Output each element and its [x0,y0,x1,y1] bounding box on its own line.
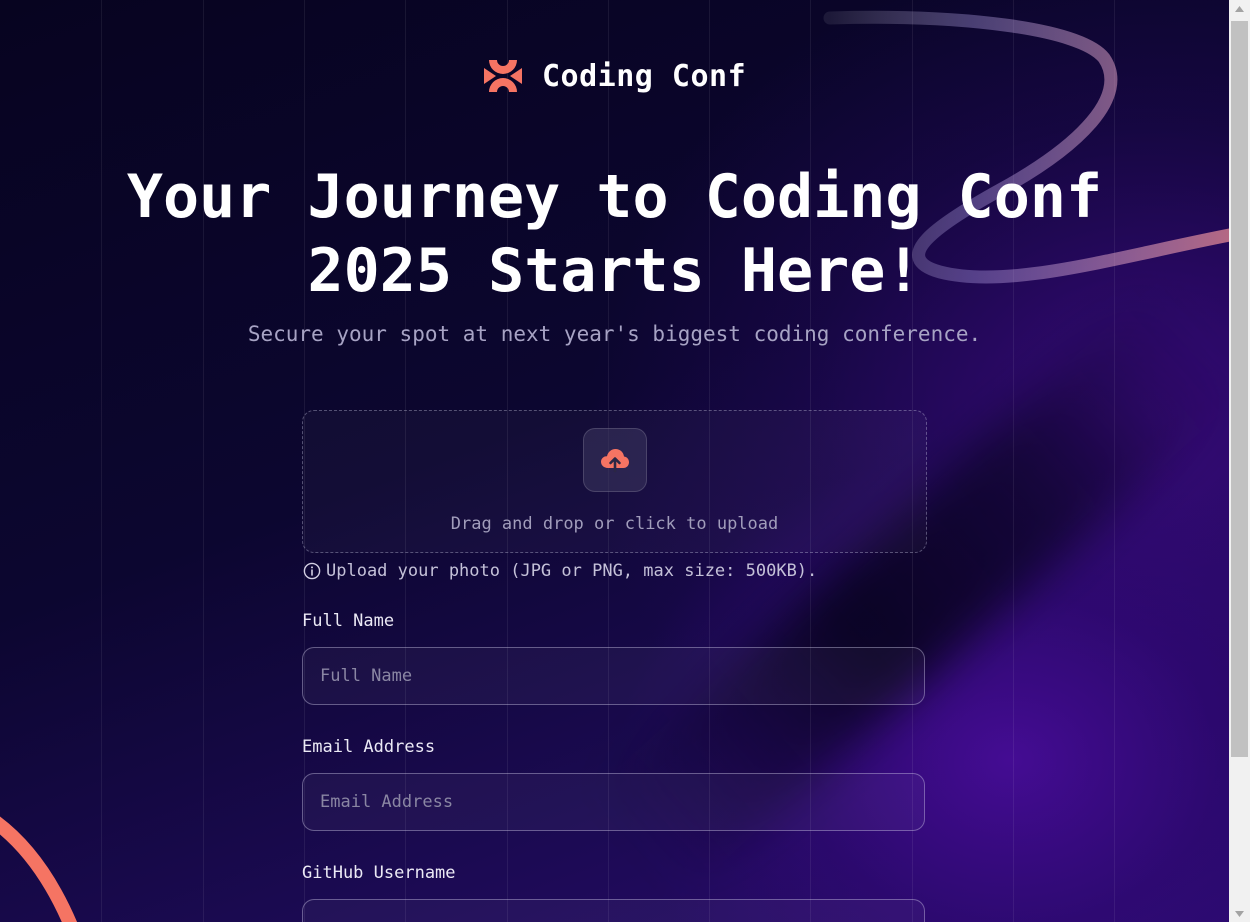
scroll-up-arrow-icon[interactable] [1229,0,1250,17]
upload-icon-container [583,428,647,492]
grid-line [1013,0,1014,922]
vertical-scrollbar[interactable] [1229,0,1250,922]
upload-cloud-icon [601,449,629,473]
brand-name: Coding Conf [542,58,747,94]
full-name-input[interactable] [302,647,925,705]
brand-logo[interactable]: Coding Conf [484,56,746,96]
coding-conf-logo-icon [484,60,522,92]
avatar-upload-dropzone[interactable]: Drag and drop or click to upload [302,410,927,553]
upload-hint-text: Upload your photo (JPG or PNG, max size:… [326,561,818,581]
page-background: Coding Conf Your Journey to Coding Conf … [0,0,1229,922]
page-subtitle: Secure your spot at next year's biggest … [247,322,982,346]
scrollbar-thumb[interactable] [1231,21,1248,757]
scroll-down-arrow-icon[interactable] [1229,905,1250,922]
github-username-input[interactable] [302,899,925,922]
upload-prompt: Drag and drop or click to upload [450,514,779,534]
email-label: Email Address [302,737,436,757]
grid-line [101,0,102,922]
page-title: Your Journey to Coding Conf 2025 Starts … [126,162,1103,306]
full-name-label: Full Name [302,611,395,631]
grid-line [203,0,204,922]
github-username-label: GitHub Username [302,863,456,883]
info-icon [303,562,321,580]
grid-line [1114,0,1115,922]
email-input[interactable] [302,773,925,831]
upload-hint: Upload your photo (JPG or PNG, max size:… [303,561,817,581]
